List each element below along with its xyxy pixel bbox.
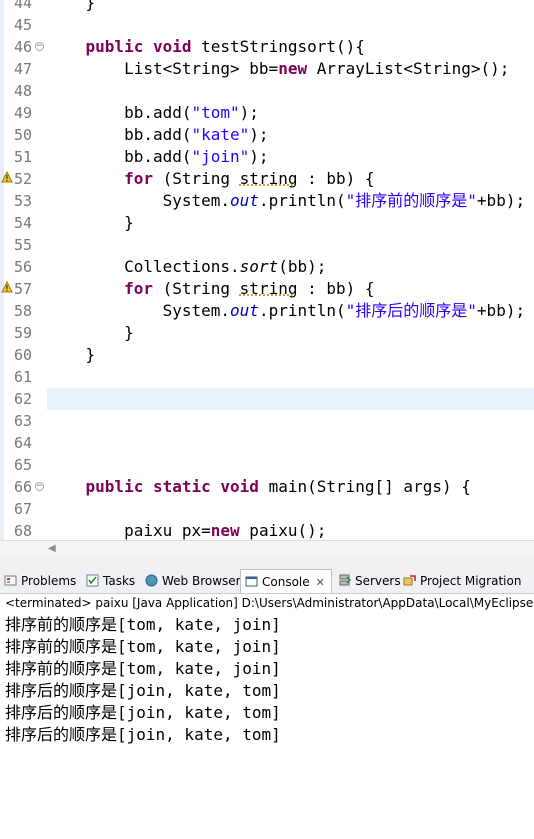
line-number: 49	[14, 104, 33, 122]
tab-project-migration[interactable]: Project Migration	[403, 569, 521, 593]
horizontal-scrollbar[interactable]: ◀	[0, 540, 534, 557]
console-line: 排序后的顺序是[join, kate, tom]	[5, 725, 281, 744]
fold-collapse-icon[interactable]: −	[35, 482, 44, 491]
line-number: 54	[14, 214, 33, 232]
line-number: 67	[14, 500, 33, 518]
code-text: public static void main(String[] args) {	[85, 477, 471, 496]
line-number: 60	[14, 346, 33, 364]
code-line[interactable]: 62	[14, 388, 534, 410]
code-line[interactable]: 58 System.out.println("排序后的顺序是"+bb);	[0, 300, 534, 322]
line-number: 53	[14, 192, 33, 210]
code-line[interactable]: 61	[0, 366, 534, 388]
line-number: 52	[14, 170, 33, 188]
line-number: 63	[14, 412, 33, 430]
code-line[interactable]: 68 paixu px=new paixu();	[0, 520, 534, 540]
console-output[interactable]: 排序前的顺序是[tom, kate, join] 排序前的顺序是[tom, ka…	[0, 614, 534, 839]
tab-servers[interactable]: Servers	[338, 569, 401, 593]
tasks-icon	[86, 571, 99, 587]
tab-label: Tasks	[103, 574, 136, 588]
servers-icon	[338, 571, 351, 586]
code-text: List<String> bb=new ArrayList<String>();	[47, 59, 510, 78]
problems-icon	[4, 571, 17, 586]
code-line[interactable]: 44 }	[0, 0, 534, 14]
code-editor[interactable]: 44 } 45 46− public void testStringsort(){4…	[0, 0, 534, 540]
code-text: for (String string : bb) {	[124, 279, 375, 298]
code-text: System.out.println("排序前的顺序是"+bb);	[47, 191, 526, 210]
console-line: 排序前的顺序是[tom, kate, join]	[5, 659, 281, 678]
line-number: 45	[14, 16, 33, 34]
code-line[interactable]: 59 }	[0, 322, 534, 344]
code-line[interactable]: 64	[0, 432, 534, 454]
tab-problems[interactable]: Problems	[4, 569, 76, 593]
code-line[interactable]: 52 for (String string : bb) {	[0, 168, 534, 190]
console-line: 排序前的顺序是[tom, kate, join]	[5, 637, 281, 656]
fold-collapse-icon[interactable]: −	[35, 42, 44, 51]
code-text: bb.add("tom");	[47, 103, 259, 122]
code-text: }	[47, 0, 96, 12]
code-text: bb.add("kate");	[47, 125, 269, 144]
code-line[interactable]: 53 System.out.println("排序前的顺序是"+bb);	[0, 190, 534, 212]
code-text: Collections.sort(bb);	[47, 257, 327, 276]
code-line[interactable]: 46− public void testStringsort(){	[0, 36, 534, 58]
line-number: 57	[14, 280, 33, 298]
code-text: bb.add("join");	[47, 147, 269, 166]
close-icon[interactable]: ✕	[316, 571, 325, 595]
line-number: 56	[14, 258, 33, 276]
console-line: 排序前的顺序是[tom, kate, join]	[5, 615, 281, 634]
tab-label: Web Browser	[162, 574, 241, 588]
line-number: 44	[14, 0, 33, 12]
code-line[interactable]: 56 Collections.sort(bb);	[0, 256, 534, 278]
warning-icon[interactable]	[1, 281, 13, 293]
console-line: 排序后的顺序是[join, kate, tom]	[5, 703, 281, 722]
line-number: 58	[14, 302, 33, 320]
console-status-line: <terminated> paixu [Java Application] D:…	[0, 594, 534, 612]
tab-console[interactable]: Console ✕	[240, 569, 332, 593]
code-line[interactable]: 66− public static void main(String[] arg…	[0, 476, 534, 498]
line-number: 59	[14, 324, 33, 342]
tab-web-browser[interactable]: Web Browser	[145, 569, 241, 593]
migration-icon	[403, 571, 416, 586]
code-text: System.out.println("排序后的顺序是"+bb);	[47, 301, 526, 320]
view-tab-bar: Problems Tasks Web Browser Console ✕ Serv…	[0, 569, 534, 594]
tab-tasks[interactable]: Tasks	[86, 569, 135, 593]
code-line[interactable]: 55	[0, 234, 534, 256]
code-line[interactable]: 63	[0, 410, 534, 432]
code-line[interactable]: 48	[0, 80, 534, 102]
code-line[interactable]: 60 }	[0, 344, 534, 366]
console-line: 排序后的顺序是[join, kate, tom]	[5, 681, 281, 700]
code-text: }	[47, 323, 134, 342]
code-line[interactable]: 45	[0, 14, 534, 36]
code-text: }	[47, 345, 96, 364]
tab-label: Console	[262, 575, 310, 589]
line-number: 65	[14, 456, 33, 474]
line-number: 64	[14, 434, 33, 452]
globe-icon	[145, 571, 158, 587]
line-number: 62	[14, 390, 33, 408]
code-line[interactable]: 47 List<String> bb=new ArrayList<String>…	[0, 58, 534, 80]
code-text: }	[47, 213, 134, 232]
scroll-left-icon[interactable]: ◀	[48, 543, 56, 554]
code-text: for (String string : bb) {	[124, 169, 375, 188]
code-text: paixu px=new paixu();	[47, 521, 327, 540]
code-line[interactable]: 50 bb.add("kate");	[0, 124, 534, 146]
line-number: 50	[14, 126, 33, 144]
console-icon	[245, 572, 258, 587]
line-number: 61	[14, 368, 33, 386]
line-number: 48	[14, 82, 33, 100]
code-line[interactable]: 49 bb.add("tom");	[0, 102, 534, 124]
tab-label: Problems	[21, 574, 77, 588]
line-number: 51	[14, 148, 33, 166]
code-line[interactable]: 54 }	[0, 212, 534, 234]
line-number: 55	[14, 236, 33, 254]
code-line[interactable]: 51 bb.add("join");	[0, 146, 534, 168]
line-number: 47	[14, 60, 33, 78]
line-number: 68	[14, 522, 33, 540]
code-line[interactable]: 65	[0, 454, 534, 476]
warning-icon[interactable]	[1, 171, 13, 183]
code-line[interactable]: 57 for (String string : bb) {	[0, 278, 534, 300]
tab-label: Project Migration	[420, 574, 522, 588]
code-text: public void testStringsort(){	[85, 37, 365, 56]
code-line[interactable]: 67	[0, 498, 534, 520]
tab-label: Servers	[355, 574, 401, 588]
